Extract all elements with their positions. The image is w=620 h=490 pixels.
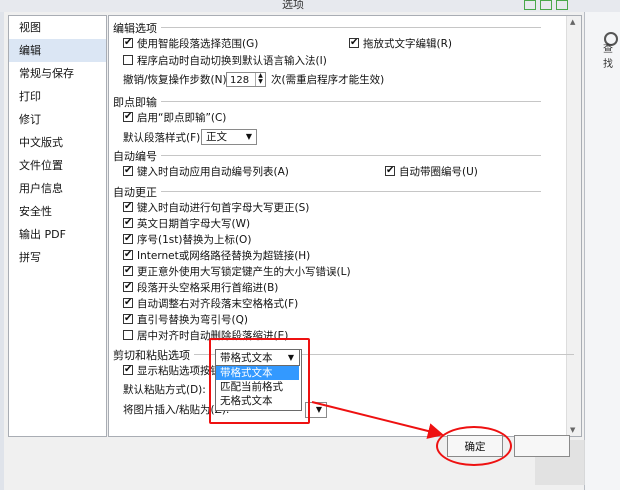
annotation-arrow-icon (311, 401, 444, 439)
